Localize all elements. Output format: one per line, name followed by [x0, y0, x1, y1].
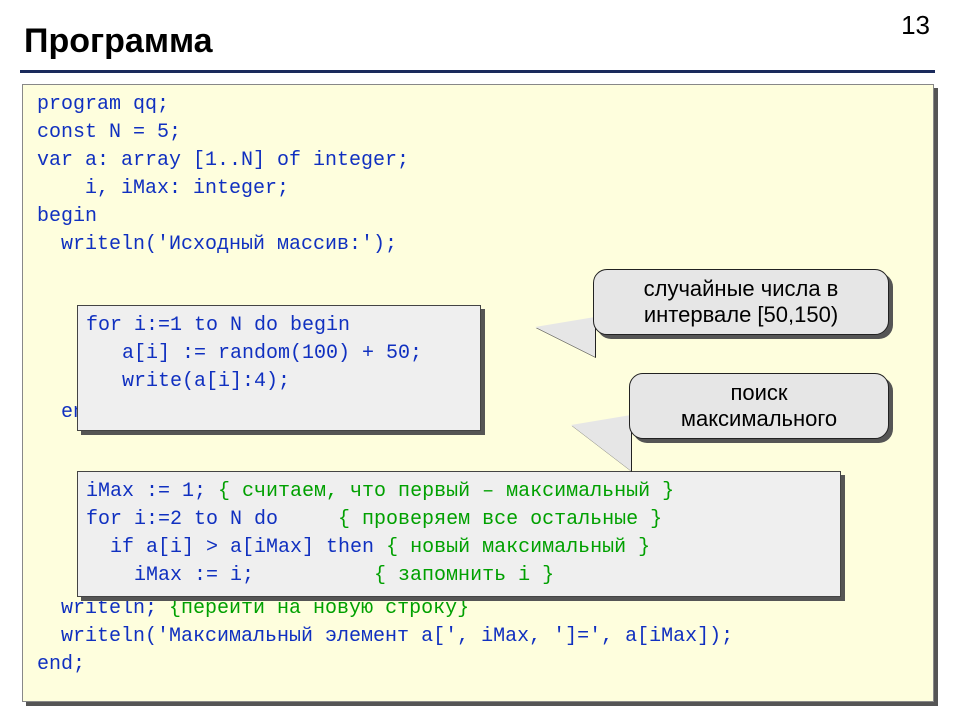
code-line: iMax := i; { запомнить i }	[86, 564, 554, 587]
code-line: writeln('Исходный массив:');	[37, 233, 397, 256]
callout-pointer	[535, 317, 595, 357]
code-line: write(a[i]:4);	[86, 370, 290, 393]
code-line: for i:=2 to N do { проверяем все остальн…	[86, 508, 662, 531]
code-line: var a: array [1..N] of integer;	[37, 149, 409, 172]
code-line: a[i] := random(100) + 50;	[86, 342, 422, 365]
code-line: i, iMax: integer;	[37, 177, 289, 200]
callout-pointer	[571, 415, 631, 471]
code-line: if a[i] > a[iMax] then { новый максималь…	[86, 536, 650, 559]
inset-box-max: iMax := 1; { считаем, что первый – макси…	[77, 471, 841, 597]
title-underline	[20, 70, 935, 73]
page-number: 13	[901, 10, 930, 41]
callout-max: поиск максимального	[629, 373, 889, 439]
callout-random: случайные числа в интервале [50,150)	[593, 269, 889, 335]
code-container: program qq; const N = 5; var a: array [1…	[22, 84, 934, 702]
code-line: writeln('Максимальный элемент a[', iMax,…	[37, 625, 733, 648]
code-line: iMax := 1; { считаем, что первый – макси…	[86, 480, 674, 503]
page-title: Программа	[24, 22, 213, 61]
code-line: program qq;	[37, 93, 169, 116]
code-line: writeln; {перейти на новую строку}	[37, 597, 469, 620]
code-line: end;	[37, 653, 85, 676]
inset-code: for i:=1 to N do begin a[i] := random(10…	[86, 312, 472, 396]
code-line: const N = 5;	[37, 121, 181, 144]
code-line: begin	[37, 205, 97, 228]
inset-box-random: for i:=1 to N do begin a[i] := random(10…	[77, 305, 481, 431]
inset-code: iMax := 1; { считаем, что первый – макси…	[86, 478, 832, 590]
code-line: for i:=1 to N do begin	[86, 314, 350, 337]
